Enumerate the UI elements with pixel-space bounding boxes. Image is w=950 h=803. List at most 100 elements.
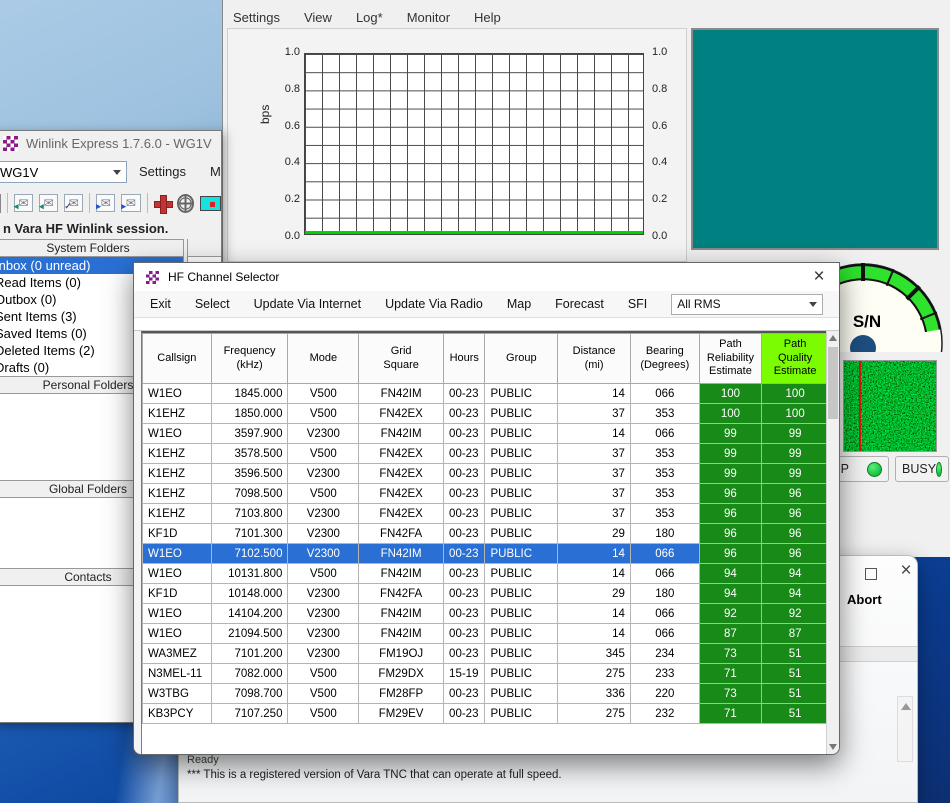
monitor-icon[interactable]	[200, 196, 221, 211]
channel-row-k1ehz-7103-800[interactable]: K1EHZ7103.800V2300FN42EX00-23PUBLIC37353…	[143, 504, 827, 524]
selector-menu-select[interactable]: Select	[195, 297, 230, 311]
channel-row-kf1d-10148-000[interactable]: KF1D10148.000V2300FN42FA00-23PUBLIC29180…	[143, 584, 827, 604]
channel-row-k1ehz-1850-000[interactable]: K1EHZ1850.000V500FN42EX00-23PUBLIC373531…	[143, 404, 827, 424]
new-message-icon[interactable]	[0, 194, 1, 213]
channel-row-k1ehz-3578-500[interactable]: K1EHZ3578.500V500FN42EX00-23PUBLIC373539…	[143, 444, 827, 464]
vara-menu-log[interactable]: Log*	[356, 10, 383, 25]
selector-menu-map[interactable]: Map	[507, 297, 531, 311]
channel-row-kb3pcy-7107-250[interactable]: KB3PCY7107.250V500FM29EV00-23PUBLIC27523…	[143, 704, 827, 724]
reply-all-icon[interactable]: ✉◂	[39, 194, 58, 212]
column-header-grid[interactable]: Grid Square	[359, 334, 444, 384]
abort-button[interactable]: Abort	[847, 592, 882, 607]
cell-distance: 14	[558, 564, 631, 584]
winlink-menu-settings[interactable]: Settings	[139, 164, 186, 179]
cell-group: PUBLIC	[485, 664, 558, 684]
channel-row-w1eo-7102-500[interactable]: W1EO7102.500V2300FN42IM00-23PUBLIC140669…	[143, 544, 827, 564]
selector-menu-update-via-radio[interactable]: Update Via Radio	[385, 297, 483, 311]
cell-grid: FM29EV	[359, 704, 444, 724]
cell-group: PUBLIC	[485, 624, 558, 644]
channel-row-w1eo-21094-500[interactable]: W1EO21094.500V2300FN42IM00-23PUBLIC14066…	[143, 624, 827, 644]
cell-hours: 00-23	[444, 604, 485, 624]
column-header-mode[interactable]: Mode	[288, 334, 359, 384]
cell-bearing: 353	[630, 504, 699, 524]
move-message-icon[interactable]: ✉▸	[121, 194, 140, 212]
winlink-menu-mess[interactable]: Mess	[210, 164, 222, 179]
cell-grid: FN42EX	[359, 444, 444, 464]
close-icon[interactable]: ×	[895, 560, 917, 582]
cell-mode: V500	[288, 484, 359, 504]
forward-icon[interactable]: ✉▸	[96, 194, 115, 212]
channel-row-k1ehz-3596-500[interactable]: K1EHZ3596.500V2300FN42EX00-23PUBLIC37353…	[143, 464, 827, 484]
column-header-distance[interactable]: Distance (mi)	[558, 334, 631, 384]
column-header-group[interactable]: Group	[485, 334, 558, 384]
channel-row-kf1d-7101-300[interactable]: KF1D7101.300V2300FN42FA00-23PUBLIC291809…	[143, 524, 827, 544]
scroll-up-icon[interactable]	[829, 335, 837, 341]
maximize-icon[interactable]	[865, 568, 877, 580]
selector-menu-exit[interactable]: Exit	[150, 297, 171, 311]
reliability-cell: 99	[699, 444, 762, 464]
cell-frequency: 3597.900	[211, 424, 288, 444]
vara-menu-view[interactable]: View	[304, 10, 332, 25]
rms-filter-select[interactable]: All RMS	[671, 294, 823, 315]
quality-cell: 51	[762, 684, 826, 704]
column-header-frequency[interactable]: Frequency (kHz)	[211, 334, 288, 384]
cell-group: PUBLIC	[485, 424, 558, 444]
cell-mode: V2300	[288, 584, 359, 604]
reply-icon[interactable]: ✉◂	[14, 194, 33, 212]
tcp-status-light	[867, 462, 882, 477]
cell-frequency: 10148.000	[211, 584, 288, 604]
channel-row-n3mel-11-7082-000[interactable]: N3MEL-117082.000V500FM29DX15-19PUBLIC275…	[143, 664, 827, 684]
selector-menu-forecast[interactable]: Forecast	[555, 297, 604, 311]
cell-distance: 37	[558, 484, 631, 504]
column-header-bearing[interactable]: Bearing (Degrees)	[630, 334, 699, 384]
cell-callsign: WA3MEZ	[143, 644, 212, 664]
cell-grid: FN42IM	[359, 424, 444, 444]
table-scrollbar[interactable]	[826, 331, 839, 754]
cell-distance: 14	[558, 544, 631, 564]
channel-row-w1eo-10131-800[interactable]: W1EO10131.800V500FN42IM00-23PUBLIC140669…	[143, 564, 827, 584]
quality-cell: 100	[762, 404, 826, 424]
message-list-header	[188, 239, 221, 257]
reliability-cell: 71	[699, 704, 762, 724]
channel-row-w1eo-1845-000[interactable]: W1EO1845.000V500FN42IM00-23PUBLIC1406610…	[143, 384, 827, 404]
red-cross-icon[interactable]	[153, 194, 170, 213]
vara-menu-settings[interactable]: Settings	[233, 10, 280, 25]
quality-cell: 92	[762, 604, 826, 624]
cell-bearing: 180	[630, 584, 699, 604]
channel-row-k1ehz-7098-500[interactable]: K1EHZ7098.500V500FN42EX00-23PUBLIC373539…	[143, 484, 827, 504]
folder-section-system-folders[interactable]: System Folders	[0, 239, 183, 257]
channel-row-w1eo-14104-200[interactable]: W1EO14104.200V2300FN42IM00-23PUBLIC14066…	[143, 604, 827, 624]
cell-callsign: K1EHZ	[143, 444, 212, 464]
y-tick-label: 0.6	[652, 120, 667, 132]
accept-icon[interactable]: ✉✓	[64, 194, 83, 212]
quality-cell: 51	[762, 704, 826, 724]
cell-callsign: K1EHZ	[143, 464, 212, 484]
scrollbar-thumb[interactable]	[828, 347, 838, 419]
close-icon[interactable]: ×	[807, 265, 831, 289]
column-header-path-quality[interactable]: Path Quality Estimate	[762, 334, 826, 384]
cell-bearing: 066	[630, 624, 699, 644]
column-header-callsign[interactable]: Callsign	[143, 334, 212, 384]
channel-row-wa3mez-7101-200[interactable]: WA3MEZ7101.200V2300FM19OJ00-23PUBLIC3452…	[143, 644, 827, 664]
column-header-path-reliability[interactable]: Path Reliability Estimate	[699, 334, 762, 384]
vara-menu-monitor[interactable]: Monitor	[407, 10, 450, 25]
channel-row-w3tbg-7098-700[interactable]: W3TBG7098.700V500FM28FP00-23PUBLIC336220…	[143, 684, 827, 704]
selector-menu-sfi[interactable]: SFI	[628, 297, 647, 311]
cell-bearing: 066	[630, 384, 699, 404]
cell-callsign: W1EO	[143, 544, 212, 564]
callsign-select[interactable]: WG1V	[0, 161, 127, 183]
vara-menu-help[interactable]: Help	[474, 10, 501, 25]
column-header-hours[interactable]: Hours	[444, 334, 485, 384]
globe-icon[interactable]	[177, 194, 195, 213]
cell-bearing: 353	[630, 484, 699, 504]
scroll-up-icon[interactable]	[901, 703, 911, 710]
cell-group: PUBLIC	[485, 704, 558, 724]
cell-group: PUBLIC	[485, 604, 558, 624]
selector-app-icon	[146, 271, 159, 284]
scroll-down-icon[interactable]	[829, 744, 837, 750]
cell-grid: FN42EX	[359, 484, 444, 504]
session-scrollbar[interactable]	[897, 696, 913, 762]
cell-hours: 00-23	[444, 464, 485, 484]
selector-menu-update-via-internet[interactable]: Update Via Internet	[254, 297, 361, 311]
channel-row-w1eo-3597-900[interactable]: W1EO3597.900V2300FN42IM00-23PUBLIC140669…	[143, 424, 827, 444]
